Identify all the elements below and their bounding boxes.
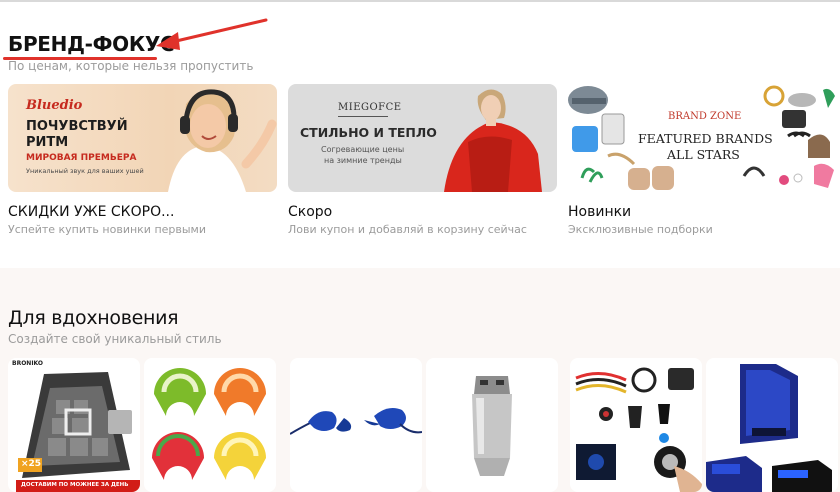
- blue-earphones-image: [290, 408, 422, 435]
- banner-brand-zone[interactable]: BRAND ZONE FEATURED BRANDS ALL STARS: [568, 84, 837, 192]
- product-card-sandwich-maker[interactable]: BRONIKO ×25 ДОСТАВИМ ПО МОЖНЕЕ ЗА ДЕНЬ: [8, 358, 140, 492]
- banner-caption: Согревающие цены: [321, 145, 405, 154]
- banner-miegofce[interactable]: MIEGOFCE СТИЛЬНО И ТЕПЛО Согревающие цен…: [288, 84, 557, 192]
- inspiration-title: Для вдохновения: [8, 307, 179, 329]
- card-subtitle: Успейте купить новинки первыми: [8, 223, 207, 236]
- bluedio-logo: Bluedio: [26, 98, 83, 113]
- sandwich-maker-image: [16, 372, 140, 492]
- product-card-neck-pillows[interactable]: [144, 358, 276, 492]
- inspiration-subtitle: Создайте свой уникальный стиль: [8, 332, 222, 346]
- radar-detector-image: [706, 364, 832, 492]
- banner-headline: FEATURED BRANDS: [638, 131, 773, 146]
- banner-tag: МИРОВАЯ ПРЕМЬЕРА: [26, 153, 137, 163]
- car-charger-image: [472, 376, 512, 476]
- product-card-car-charger[interactable]: [426, 358, 558, 492]
- woman-with-headphones-image: [168, 89, 277, 192]
- banner-headline: ALL STARS: [667, 147, 740, 162]
- card-subtitle: Эксклюзивные подборки: [568, 223, 713, 236]
- product-card-radar-detector[interactable]: [706, 358, 838, 492]
- card-subtitle: Лови купон и добавляй в корзину сейчас: [288, 223, 527, 236]
- brand-focus-subtitle: По ценам, которые нельзя пропустить: [8, 59, 254, 73]
- brand-zone-label: BRAND ZONE: [668, 111, 742, 122]
- card-title[interactable]: Новинки: [568, 204, 631, 220]
- card-title[interactable]: СКИДКИ УЖЕ СКОРО...: [8, 204, 174, 220]
- banner-caption: Уникальный звук для ваших ушей: [26, 167, 144, 175]
- product-card-earphones[interactable]: [290, 358, 422, 492]
- logo-divider: [338, 116, 388, 117]
- woman-in-red-coat-image: [444, 89, 542, 192]
- banner-caption: на зимние тренды: [324, 156, 402, 165]
- red-arrow-annotation: [156, 18, 268, 50]
- top-divider: [0, 0, 840, 2]
- car-alarm-kit-image: [575, 367, 702, 492]
- product-card-car-alarm-kit[interactable]: [570, 358, 702, 492]
- delivery-ribbon: ДОСТАВИМ ПО МОЖНЕЕ ЗА ДЕНЬ: [21, 482, 129, 488]
- banner-headline: ПОЧУВСТВУЙ: [26, 119, 128, 134]
- quantity-badge: ×25: [21, 459, 42, 469]
- banner-headline: РИТМ: [26, 135, 69, 150]
- fruit-neck-pillows-image: [152, 368, 266, 480]
- banner-bluedio[interactable]: Bluedio ПОЧУВСТВУЙ РИТМ МИРОВАЯ ПРЕМЬЕРА…: [8, 84, 277, 192]
- miegofce-logo: MIEGOFCE: [338, 102, 402, 113]
- card-title[interactable]: Скоро: [288, 204, 332, 220]
- banner-headline: СТИЛЬНО И ТЕПЛО: [300, 125, 437, 140]
